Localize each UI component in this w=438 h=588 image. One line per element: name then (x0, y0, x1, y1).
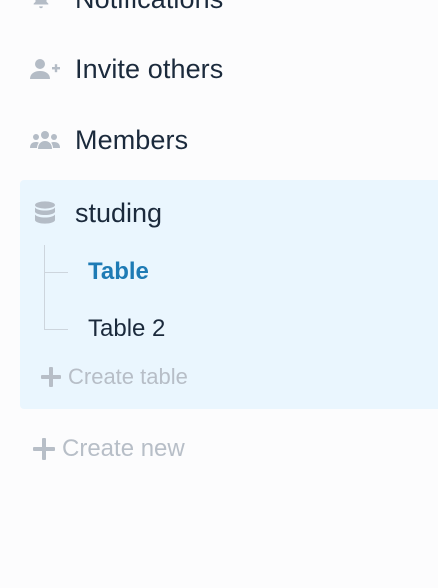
database-header[interactable]: studing (34, 193, 162, 233)
database-name: studing (75, 197, 163, 228)
users-icon (30, 129, 60, 151)
create-new-label: Create new (62, 435, 185, 462)
sidebar-item-notifications[interactable]: Notifications (30, 0, 223, 19)
sidebar-item-invite-others[interactable]: Invite others (30, 49, 223, 89)
sidebar: Notifications Invite others Members (0, 0, 438, 588)
create-table-button[interactable]: Create table (40, 363, 188, 391)
plus-icon (32, 437, 56, 461)
create-table-label: Create table (68, 364, 188, 389)
sidebar-item-members[interactable]: Members (30, 120, 188, 160)
database-panel: studing Table Table 2 Create table (20, 180, 438, 409)
sidebar-item-label: Invite others (75, 53, 224, 84)
user-plus-icon (30, 58, 60, 80)
bell-icon (30, 0, 60, 10)
tree-line (44, 245, 45, 329)
sidebar-item-label: Members (75, 124, 189, 155)
table-item-table[interactable]: Table (88, 256, 149, 288)
table-item-table-2[interactable]: Table 2 (88, 313, 165, 345)
sidebar-item-label: Notifications (75, 0, 223, 15)
create-new-button[interactable]: Create new (32, 434, 185, 464)
database-icon (34, 201, 60, 225)
plus-icon (40, 366, 62, 388)
tree-branch (44, 272, 68, 273)
tree-branch (44, 329, 68, 330)
